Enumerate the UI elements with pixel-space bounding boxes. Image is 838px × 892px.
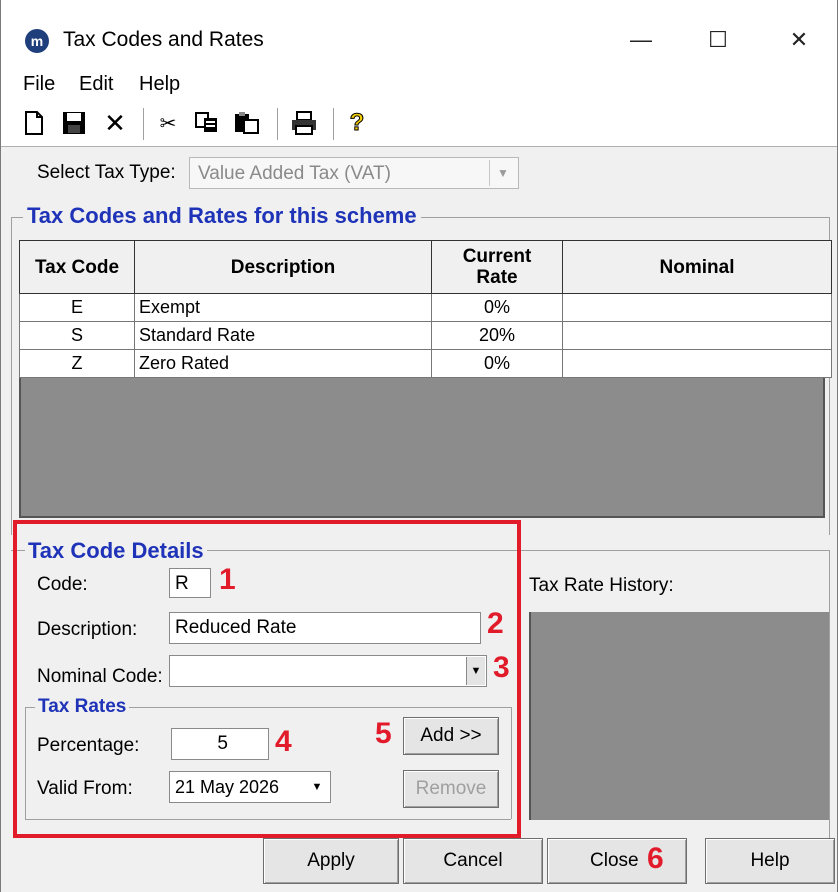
tax-codes-table: Tax Code Description Current Rate Nomina… xyxy=(19,240,832,378)
annotation-step-1: 1 xyxy=(219,563,236,596)
new-file-icon[interactable] xyxy=(21,110,47,136)
description-label: Description: xyxy=(37,619,138,640)
column-header-current-rate[interactable]: Current Rate xyxy=(431,240,563,294)
cell-description[interactable]: Zero Rated xyxy=(134,349,432,378)
nominal-code-select[interactable]: ▼ xyxy=(169,655,487,687)
menu-edit[interactable]: Edit xyxy=(79,73,113,96)
menu-help[interactable]: Help xyxy=(139,73,180,96)
cell-rate[interactable]: 0% xyxy=(431,349,563,378)
current-rate-header-text: Current Rate xyxy=(462,246,532,288)
help-button[interactable]: Help xyxy=(705,838,835,884)
group-border xyxy=(25,819,511,820)
cancel-button[interactable]: Cancel xyxy=(403,838,543,884)
title-bar: m Tax Codes and Rates — ☐ ✕ xyxy=(1,0,837,72)
cell-description[interactable]: Standard Rate xyxy=(134,321,432,350)
tax-type-value: Value Added Tax (VAT) xyxy=(198,163,391,184)
group-border xyxy=(829,550,830,840)
paste-icon[interactable] xyxy=(234,110,260,136)
apply-button[interactable]: Apply xyxy=(263,838,399,884)
tax-type-label: Select Tax Type: xyxy=(37,162,176,183)
minimize-button[interactable]: — xyxy=(621,26,661,54)
annotation-step-6: 6 xyxy=(647,842,664,875)
table-row[interactable]: E Exempt 0% xyxy=(19,293,832,322)
valid-from-date-picker[interactable]: 21 May 2026 ▼ xyxy=(169,771,331,803)
cell-nominal[interactable] xyxy=(562,293,832,322)
print-icon[interactable] xyxy=(291,110,317,136)
cell-rate[interactable]: 0% xyxy=(431,293,563,322)
toolbar-separator xyxy=(277,108,278,140)
menu-file[interactable]: File xyxy=(23,73,55,96)
scheme-group-title: Tax Codes and Rates for this scheme xyxy=(23,203,421,229)
maximize-button[interactable]: ☐ xyxy=(698,26,738,54)
table-row[interactable]: Z Zero Rated 0% xyxy=(19,349,832,378)
cell-description[interactable]: Exempt xyxy=(134,293,432,322)
tax-type-select[interactable]: Value Added Tax (VAT) ▼ xyxy=(189,157,519,189)
close-button[interactable]: Close xyxy=(547,838,687,884)
code-input[interactable]: R xyxy=(169,568,211,598)
cell-code[interactable]: E xyxy=(19,293,135,322)
cell-nominal[interactable] xyxy=(562,321,832,350)
percentage-label: Percentage: xyxy=(37,735,140,756)
code-label: Code: xyxy=(37,574,88,595)
group-border xyxy=(11,217,12,535)
annotation-step-4: 4 xyxy=(275,725,292,758)
cell-code[interactable]: Z xyxy=(19,349,135,378)
cut-icon[interactable]: ✂ xyxy=(155,110,181,136)
annotation-step-2: 2 xyxy=(487,607,504,640)
annotation-step-3: 3 xyxy=(493,651,510,684)
column-header-description[interactable]: Description xyxy=(134,240,432,294)
percentage-input[interactable]: 5 xyxy=(171,728,269,760)
window-title: Tax Codes and Rates xyxy=(63,28,264,51)
toolbar-separator xyxy=(143,108,144,140)
valid-from-label: Valid From: xyxy=(37,778,133,799)
toolbar-separator xyxy=(333,108,334,140)
cell-code[interactable]: S xyxy=(19,321,135,350)
app-logo-icon: m xyxy=(25,29,49,53)
help-icon[interactable]: ? xyxy=(344,109,370,137)
tax-rate-history-label: Tax Rate History: xyxy=(529,575,674,596)
column-header-nominal[interactable]: Nominal xyxy=(562,240,832,294)
table-row[interactable]: S Standard Rate 20% xyxy=(19,321,832,350)
chevron-down-icon[interactable]: ▼ xyxy=(466,657,485,685)
details-group-title: Tax Code Details xyxy=(25,538,207,564)
tax-rates-group-title: Tax Rates xyxy=(35,696,130,718)
table-header-row: Tax Code Description Current Rate Nomina… xyxy=(19,240,832,294)
nominal-code-label: Nominal Code: xyxy=(37,666,163,687)
cell-nominal[interactable] xyxy=(562,349,832,378)
close-window-button[interactable]: ✕ xyxy=(779,26,819,54)
remove-rate-button[interactable]: Remove xyxy=(403,770,499,808)
cell-rate[interactable]: 20% xyxy=(431,321,563,350)
valid-from-value: 21 May 2026 xyxy=(175,777,280,797)
menu-bar: File Edit Help xyxy=(1,72,837,100)
tax-codes-window: m Tax Codes and Rates — ☐ ✕ File Edit He… xyxy=(0,0,838,892)
save-icon[interactable] xyxy=(61,110,87,136)
group-border xyxy=(25,707,26,819)
add-rate-button[interactable]: Add >> xyxy=(403,717,499,755)
chevron-down-icon: ▼ xyxy=(489,160,516,186)
copy-icon[interactable] xyxy=(194,110,220,136)
column-header-tax-code[interactable]: Tax Code xyxy=(19,240,135,294)
tax-rate-history-list[interactable] xyxy=(529,612,829,820)
chevron-down-icon[interactable]: ▼ xyxy=(305,773,329,801)
delete-icon[interactable]: ✕ xyxy=(102,108,128,138)
description-input[interactable]: Reduced Rate xyxy=(169,612,481,644)
annotation-step-5: 5 xyxy=(375,717,392,750)
group-border xyxy=(511,707,512,819)
